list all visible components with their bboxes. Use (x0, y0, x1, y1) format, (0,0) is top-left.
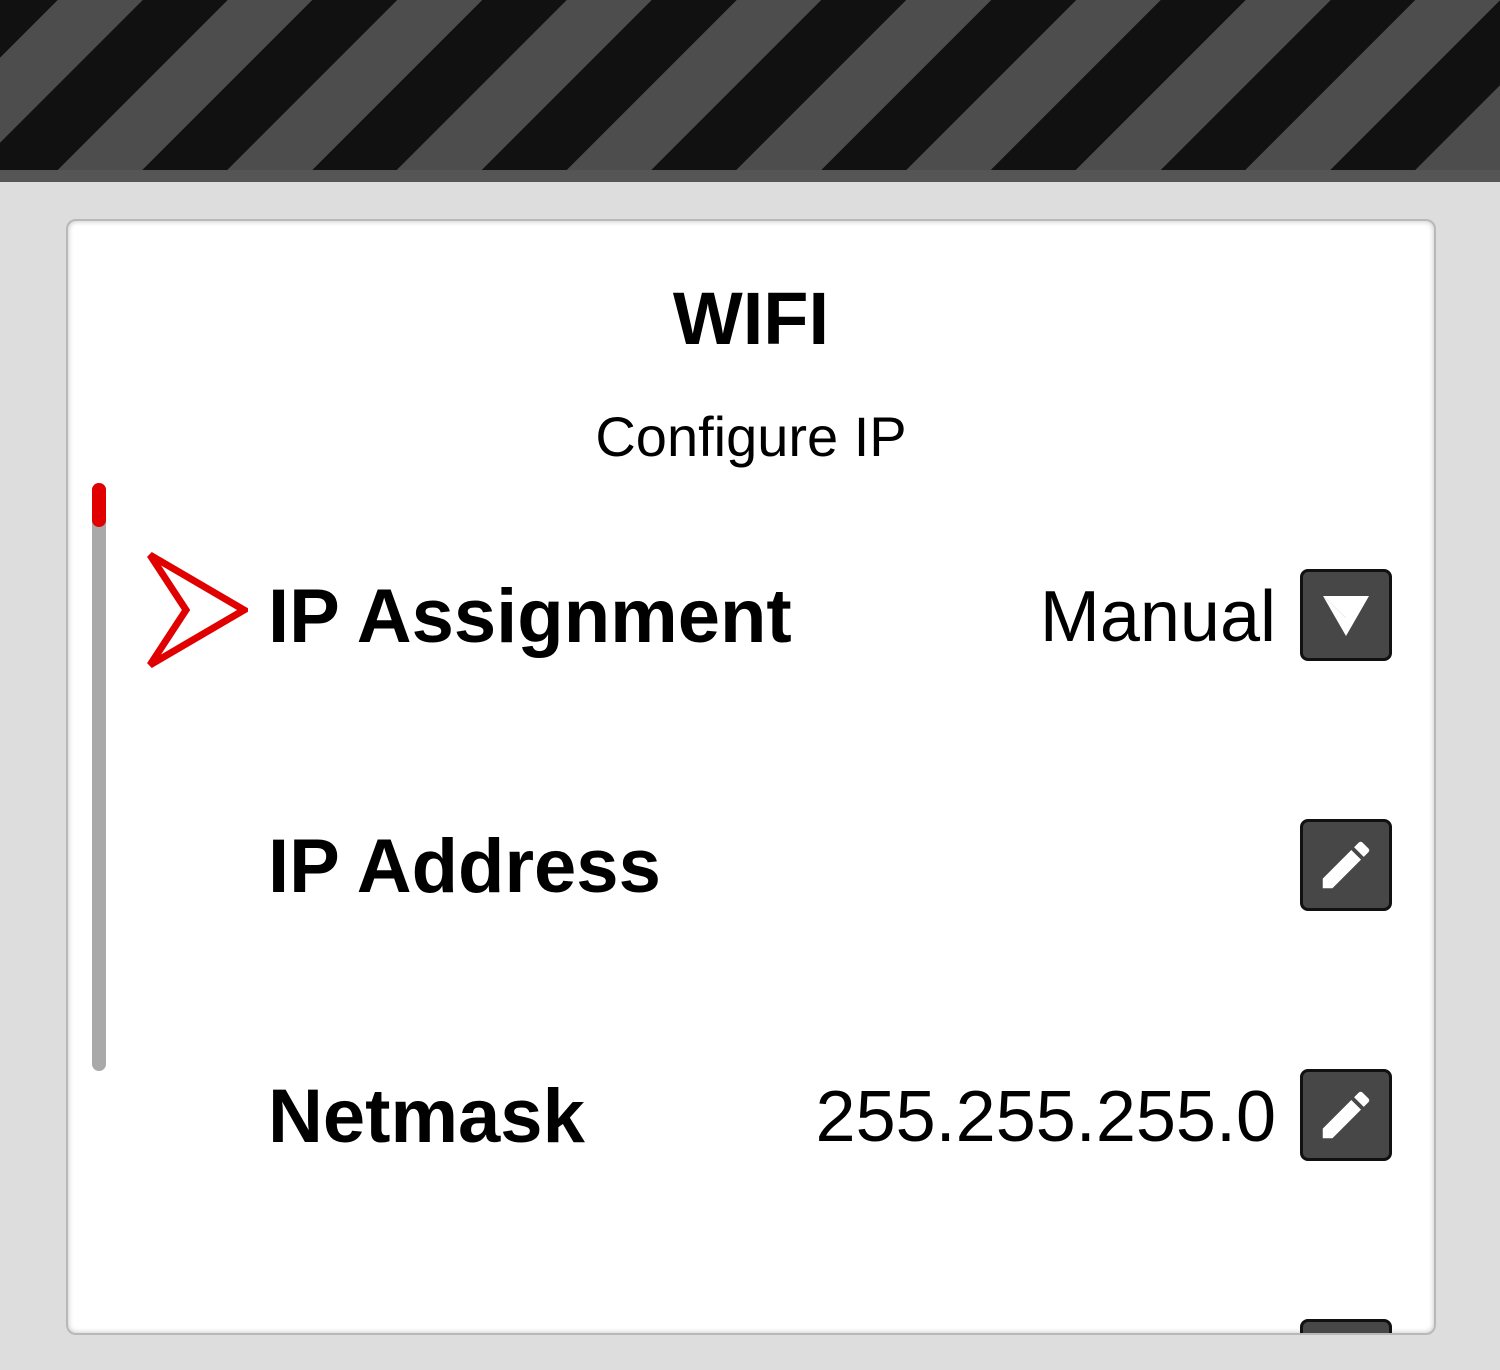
edit-button[interactable] (1300, 1319, 1392, 1333)
hazard-stripe-header (0, 0, 1500, 170)
page-subtitle: Configure IP (595, 405, 907, 468)
dropdown-arrow-icon (1321, 592, 1371, 638)
edit-button[interactable] (1300, 819, 1392, 911)
setting-value: Manual (1039, 577, 1276, 657)
setting-row-netmask[interactable]: Netmask 255.255.255.0 (68, 1067, 1434, 1167)
settings-panel: WIFI Configure IP IP Assignment Manual I… (66, 219, 1436, 1335)
setting-value: 255.255.255.0 (815, 1077, 1276, 1157)
setting-row-ip-address[interactable]: IP Address (68, 817, 1434, 917)
header-divider (0, 170, 1500, 182)
pencil-icon (1315, 1084, 1377, 1146)
setting-label: IP Address (268, 824, 661, 909)
setting-row-next[interactable] (68, 1317, 1434, 1333)
scrollbar-thumb[interactable] (92, 483, 106, 527)
page-title: WIFI (672, 277, 830, 360)
pencil-icon (1315, 834, 1377, 896)
setting-label: IP Assignment (268, 574, 792, 659)
setting-label: Netmask (268, 1074, 585, 1159)
dropdown-button[interactable] (1300, 569, 1392, 661)
edit-button[interactable] (1300, 1069, 1392, 1161)
setting-row-ip-assignment[interactable]: IP Assignment Manual (68, 567, 1434, 667)
